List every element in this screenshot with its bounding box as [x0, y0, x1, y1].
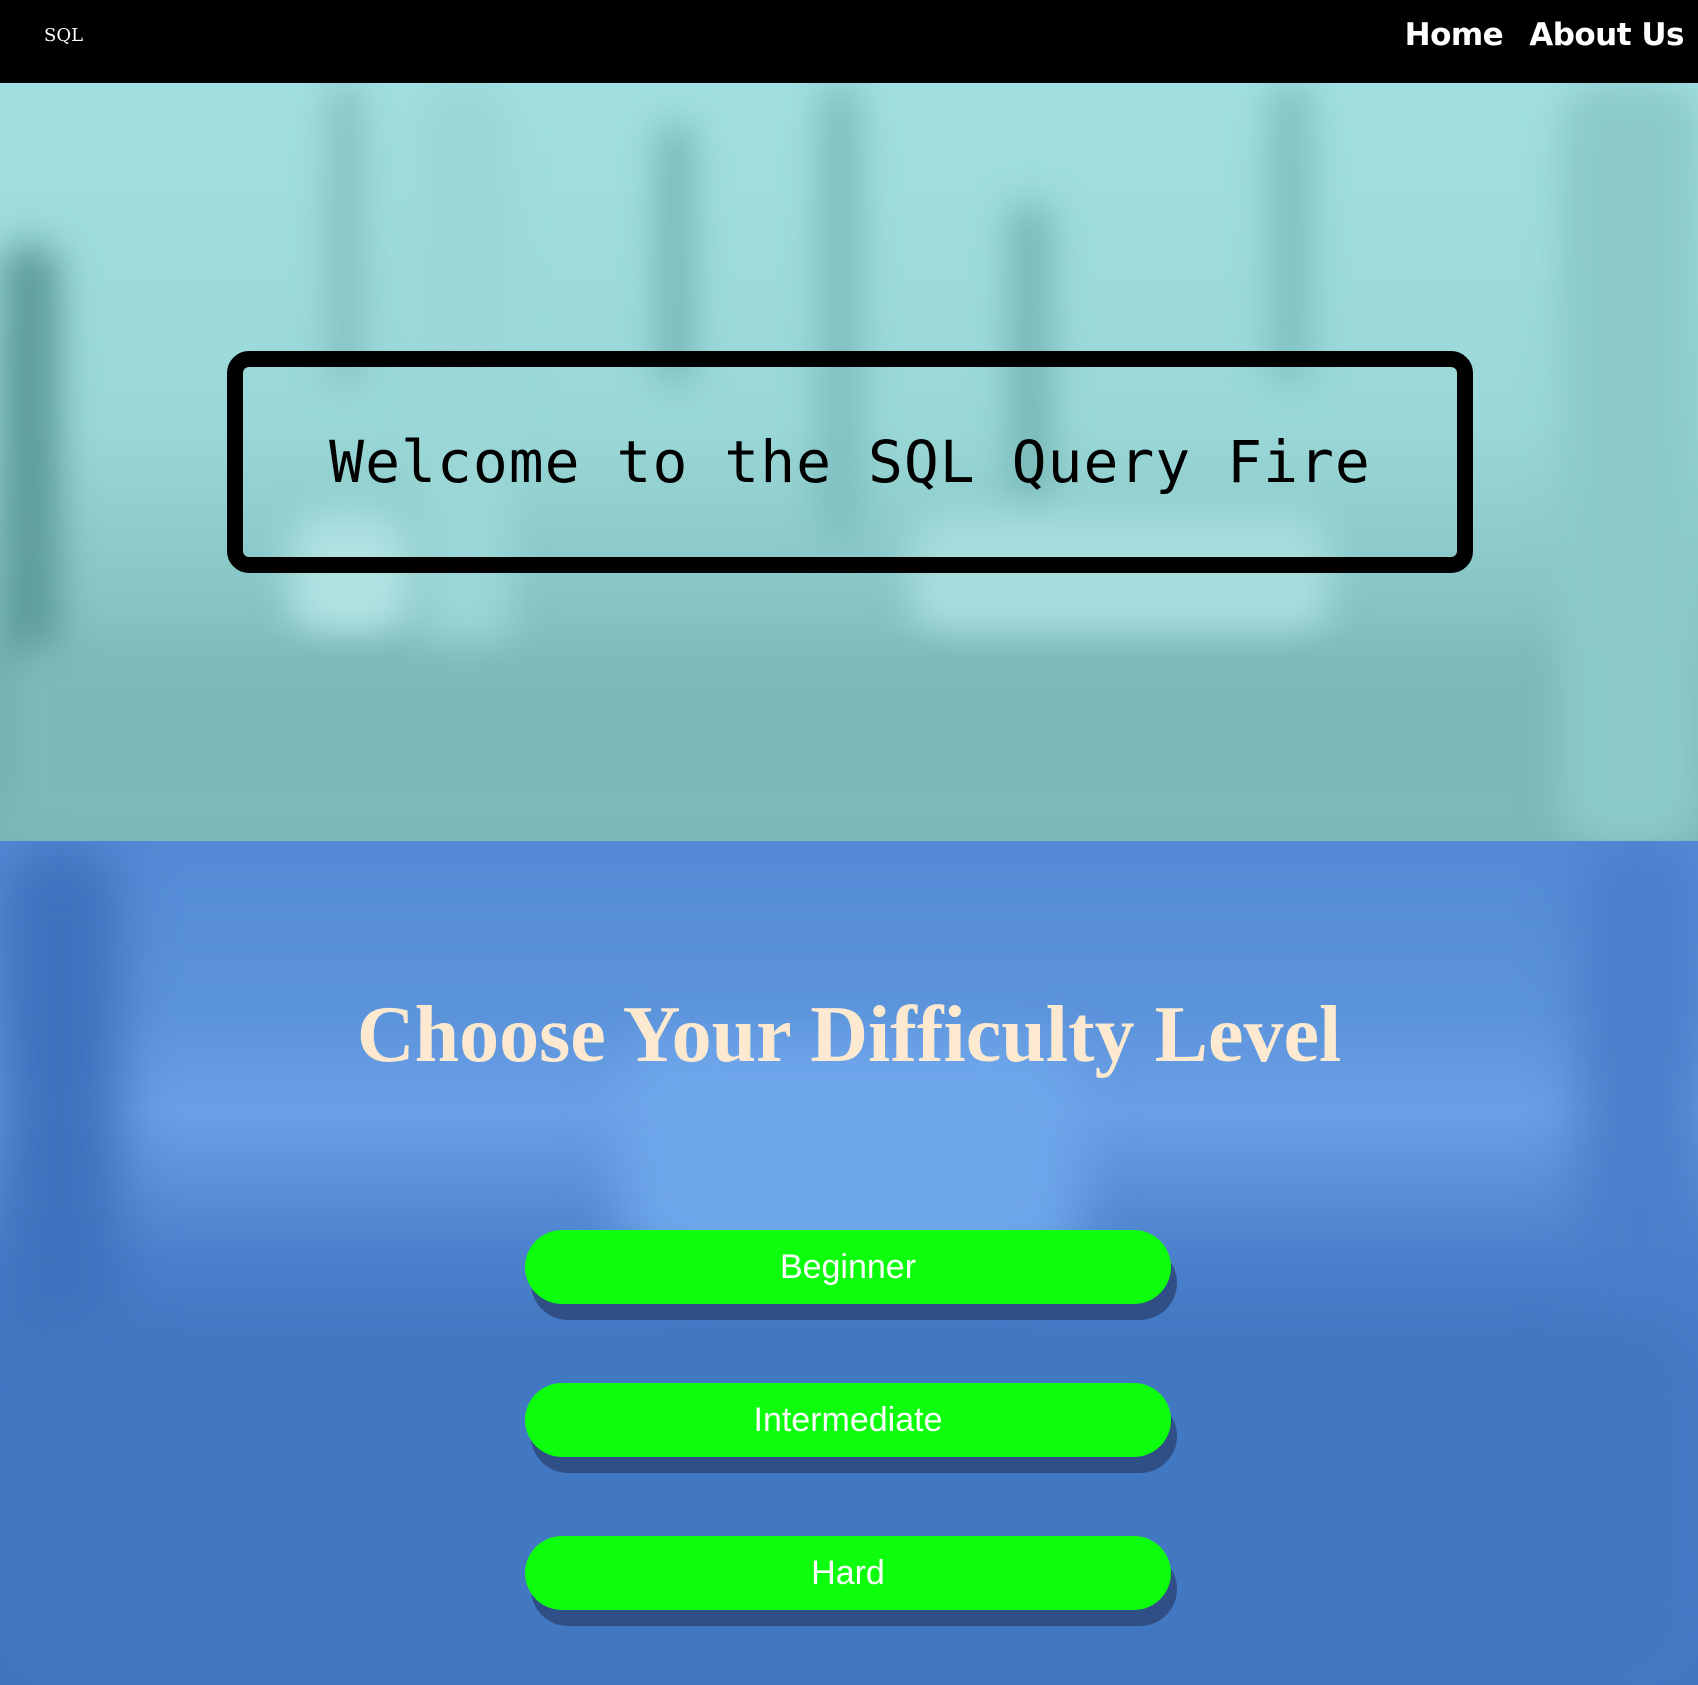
welcome-heading: Welcome to the SQL Query Fire	[329, 428, 1371, 496]
nav-link-about-us[interactable]: About Us	[1529, 14, 1684, 56]
hard-button[interactable]: Hard	[525, 1536, 1171, 1610]
navbar: SQL Home About Us	[0, 0, 1698, 83]
brand-logo[interactable]: SQL	[44, 24, 83, 48]
welcome-box: Welcome to the SQL Query Fire	[227, 351, 1473, 573]
intermediate-button[interactable]: Intermediate	[525, 1383, 1171, 1457]
page: SQL Home About Us Welcome to the SQL Que…	[0, 0, 1698, 1685]
beginner-button[interactable]: Beginner	[525, 1230, 1171, 1304]
hero-section: Welcome to the SQL Query Fire	[0, 83, 1698, 841]
nav-link-home[interactable]: Home	[1405, 14, 1504, 56]
difficulty-section: Choose Your Difficulty Level Beginner In…	[0, 841, 1698, 1685]
difficulty-title: Choose Your Difficulty Level	[356, 991, 1342, 1079]
nav-links: Home About Us	[1405, 14, 1685, 56]
